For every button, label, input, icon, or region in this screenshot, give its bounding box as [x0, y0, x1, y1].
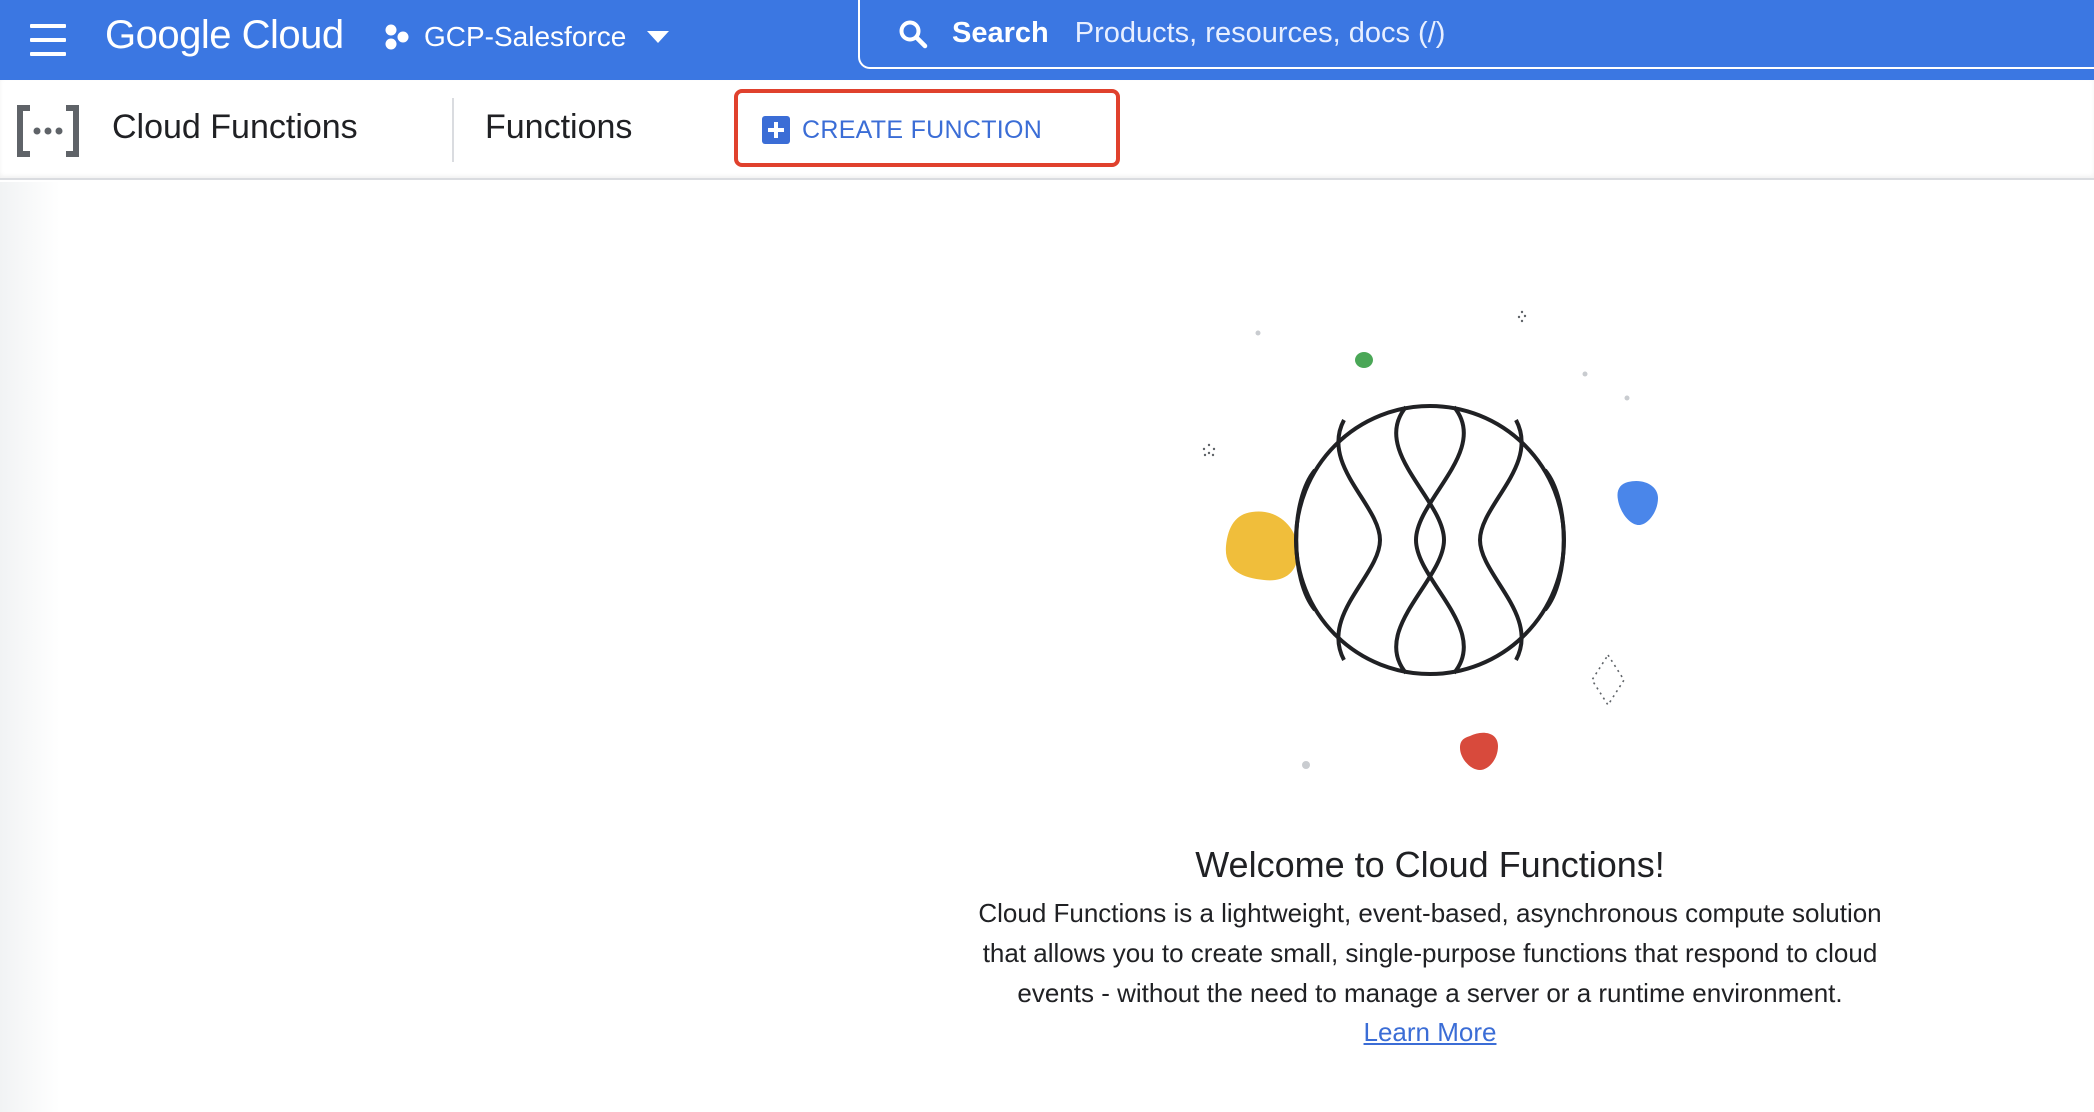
welcome-description: Cloud Functions is a lightweight, event-… [900, 893, 1960, 1013]
header-divider [452, 98, 454, 162]
blue-blob [1617, 480, 1658, 526]
description-line: that allows you to create small, single-… [982, 938, 1878, 968]
project-selector[interactable]: GCP-Salesforce [384, 14, 670, 60]
create-function-label: CREATE FUNCTION [802, 115, 1043, 144]
search-icon [899, 20, 928, 48]
hamburger-menu-icon[interactable] [26, 18, 70, 62]
left-nav-shadow [0, 182, 60, 1112]
add-box-icon [762, 116, 790, 144]
yellow-blob [1225, 511, 1298, 581]
product-header: Cloud Functions Functions CREATE FUNCTIO… [0, 80, 2094, 180]
cloud-functions-illustration [1202, 310, 1658, 770]
caret-down-icon [647, 31, 670, 43]
search-label: Search [952, 17, 1049, 49]
top-app-bar: Google Cloud GCP-Salesforce Search Produ… [0, 0, 2094, 80]
search-placeholder: Products, resources, docs (/) [1074, 17, 1446, 49]
cloud-functions-icon [17, 105, 79, 157]
project-hexagons-icon [385, 24, 409, 50]
description-line: events - without the need to manage a se… [1017, 978, 1843, 1008]
search-input[interactable]: Search Products, resources, docs (/) [858, 0, 2094, 69]
welcome-title: Welcome to Cloud Functions! [1195, 844, 1665, 885]
green-blob [1355, 352, 1373, 368]
red-blob [1460, 732, 1498, 770]
description-line: Cloud Functions is a lightweight, event-… [978, 898, 1882, 928]
create-function-button[interactable]: CREATE FUNCTION [762, 110, 1042, 150]
learn-more-link[interactable]: Learn More [1364, 1017, 1497, 1047]
project-name: GCP-Salesforce [424, 21, 627, 52]
product-title: Cloud Functions [112, 108, 358, 146]
learn-more-container: Learn More [900, 1012, 1960, 1052]
google-cloud-logo[interactable]: Google Cloud [105, 10, 344, 60]
page-title: Functions [485, 108, 633, 146]
